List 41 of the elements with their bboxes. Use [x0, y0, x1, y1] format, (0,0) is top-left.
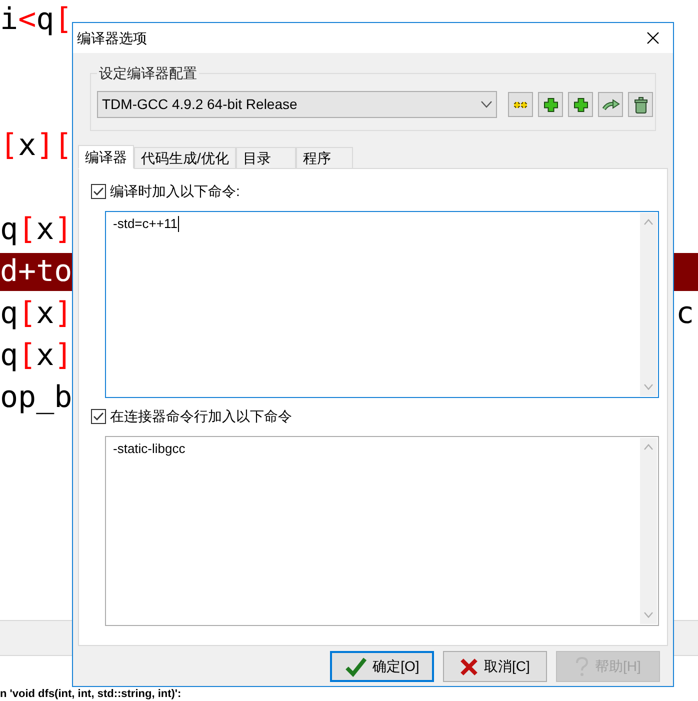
toolbar-button[interactable] — [598, 92, 623, 117]
checkbox[interactable] — [91, 408, 106, 424]
code-line: q[x] — [0, 337, 72, 375]
chevron-down-icon — [644, 384, 653, 390]
compiler-message: n 'void dfs(int, int, std::string, int)': — [0, 688, 182, 701]
code-line: q[x] — [0, 295, 72, 333]
checkbox[interactable] — [91, 184, 106, 198]
scrollbar[interactable] — [640, 438, 657, 624]
checkbox-label: 编译时加入以下命令: — [110, 182, 240, 200]
tab[interactable]: 目录 — [236, 147, 296, 169]
code-line: c — [676, 295, 694, 333]
code-line: i<q[ — [0, 1, 72, 39]
config-dropdown[interactable]: TDM-GCC 4.9.2 64-bit Release — [97, 91, 497, 118]
dialog-button[interactable]: 确定[O] — [330, 651, 434, 682]
window-title: 编译器选项 — [77, 28, 147, 48]
trash-can-icon — [632, 96, 650, 114]
scrollbar[interactable] — [640, 213, 657, 396]
chevron-up-icon — [644, 444, 653, 450]
plus-icon — [542, 96, 560, 114]
checkbox-label: 在连接器命令行加入以下命令 — [110, 406, 292, 426]
code-line: q[x] — [0, 211, 72, 249]
chevron-down-icon — [644, 612, 653, 618]
toolbar-button[interactable] — [568, 92, 593, 117]
toolbar-button[interactable] — [508, 92, 533, 117]
close-icon — [460, 658, 478, 676]
text-area[interactable]: -static-libgcc — [105, 436, 659, 626]
plus-icon — [572, 96, 590, 114]
chevron-up-icon — [644, 219, 653, 225]
code-line: d+to — [0, 253, 72, 291]
toolbar-button[interactable] — [628, 92, 653, 117]
tab[interactable]: 代码生成/优化 — [134, 147, 236, 169]
text-area[interactable]: -std=c++11 — [105, 211, 659, 398]
tab[interactable]: 程序 — [296, 147, 353, 169]
close-icon — [647, 32, 659, 44]
code-line: [x][ — [0, 127, 72, 165]
checkmark-icon — [344, 656, 367, 676]
dialog-button[interactable]: 取消[C] — [443, 651, 547, 682]
code-line: op_b — [0, 379, 72, 417]
chevron-down-icon — [481, 101, 492, 108]
tab[interactable]: 编译器 — [78, 145, 134, 169]
toolbar-button[interactable] — [538, 92, 563, 117]
